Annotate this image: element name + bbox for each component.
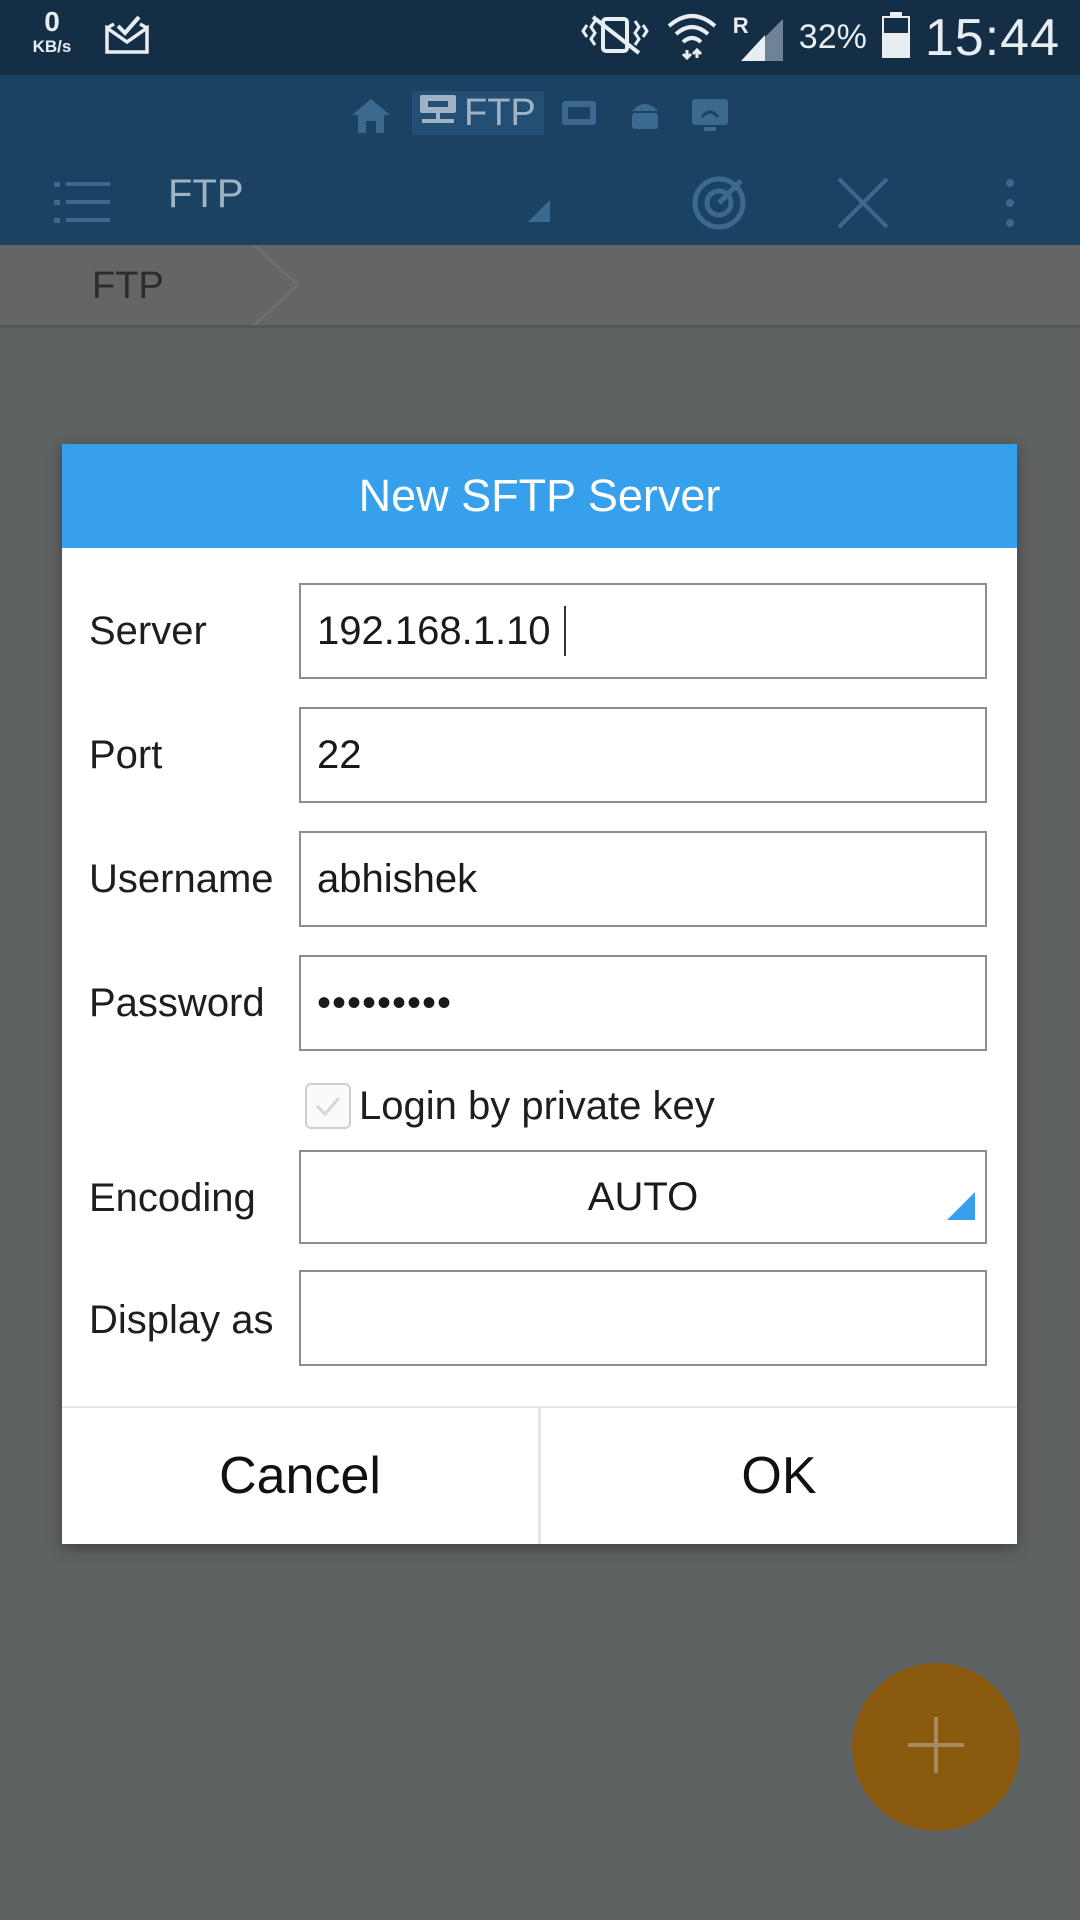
battery-icon bbox=[881, 11, 911, 64]
cellular-signal-icon: R bbox=[733, 13, 785, 63]
port-label: Port bbox=[89, 733, 163, 777]
status-bar: 0 KB/s R 32% 15:44 bbox=[0, 0, 1080, 75]
login-by-private-key-row[interactable]: Login by private key bbox=[305, 1076, 715, 1136]
server-label: Server bbox=[89, 609, 207, 653]
network-speed-value: 0 bbox=[44, 6, 60, 37]
mail-notification-icon bbox=[104, 14, 150, 61]
close-icon[interactable] bbox=[828, 168, 898, 238]
ok-button[interactable]: OK bbox=[541, 1408, 1017, 1544]
password-input[interactable] bbox=[299, 955, 987, 1051]
media-icon[interactable] bbox=[560, 97, 598, 136]
remote-icon[interactable] bbox=[690, 97, 730, 138]
ftp-network-icon bbox=[418, 91, 458, 135]
breadcrumb: FTP bbox=[0, 243, 1080, 330]
display-as-label: Display as bbox=[89, 1298, 274, 1342]
tab-ftp[interactable]: FTP bbox=[412, 91, 544, 135]
battery-percent: 32% bbox=[798, 18, 867, 56]
menu-icon[interactable] bbox=[48, 168, 118, 238]
dropdown-caret-icon bbox=[947, 1185, 975, 1230]
login-by-private-key-checkbox[interactable] bbox=[305, 1083, 351, 1129]
overflow-menu-icon[interactable] bbox=[975, 168, 1045, 238]
text-cursor bbox=[564, 606, 566, 656]
password-label: Password bbox=[89, 981, 265, 1025]
cancel-button[interactable]: Cancel bbox=[62, 1408, 538, 1544]
clock: 15:44 bbox=[924, 8, 1060, 67]
dialog-title: New SFTP Server bbox=[62, 444, 1017, 548]
home-icon[interactable] bbox=[350, 97, 392, 140]
login-by-private-key-label: Login by private key bbox=[359, 1083, 715, 1128]
plus-icon bbox=[906, 1715, 966, 1780]
tab-ftp-label: FTP bbox=[464, 91, 536, 134]
window-tabs: FTP bbox=[0, 85, 1080, 145]
display-as-input[interactable] bbox=[299, 1270, 987, 1366]
toolbar: FTP bbox=[0, 150, 1080, 245]
network-speed-unit: KB/s bbox=[32, 37, 72, 56]
window-title[interactable]: FTP bbox=[168, 172, 244, 217]
encoding-selected-value: AUTO bbox=[587, 1174, 699, 1219]
title-dropdown-caret-icon bbox=[528, 200, 550, 227]
add-fab-button[interactable] bbox=[852, 1663, 1020, 1831]
encoding-select[interactable]: AUTO bbox=[299, 1150, 987, 1244]
username-input[interactable] bbox=[299, 831, 987, 927]
android-icon[interactable] bbox=[626, 97, 664, 138]
network-speed: 0 KB/s bbox=[26, 6, 78, 56]
server-input[interactable] bbox=[299, 583, 987, 679]
username-label: Username bbox=[89, 857, 274, 901]
port-input[interactable] bbox=[299, 707, 987, 803]
checkmark-icon bbox=[315, 1097, 341, 1117]
wifi-icon bbox=[665, 10, 719, 65]
radar-icon[interactable] bbox=[684, 168, 754, 238]
breadcrumb-separator-icon bbox=[252, 243, 302, 330]
breadcrumb-item-ftp[interactable]: FTP bbox=[92, 265, 164, 308]
new-sftp-server-dialog: New SFTP Server Server Port Username Pas… bbox=[62, 444, 1017, 1544]
encoding-label: Encoding bbox=[89, 1176, 256, 1220]
app-bar: FTP FTP bbox=[0, 75, 1080, 245]
vibrate-mute-icon bbox=[579, 13, 651, 62]
